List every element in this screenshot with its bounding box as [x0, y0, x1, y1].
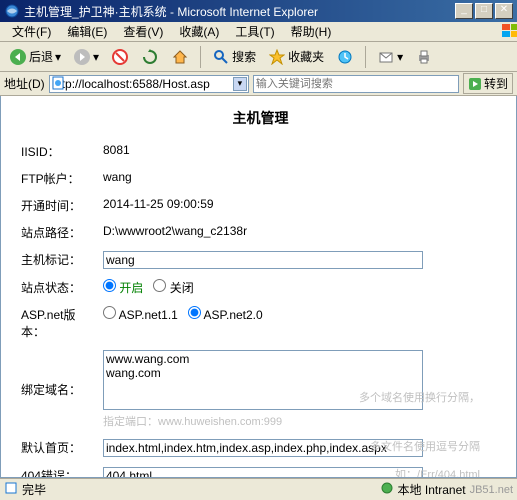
chevron-down-icon: ▾ [55, 50, 61, 64]
search-button[interactable]: 搜索 [207, 45, 261, 69]
opentime-value: 2014-11-25 09:00:59 [101, 192, 502, 219]
opentime-label: 开通时间： [19, 192, 101, 219]
status-label: 站点状态： [19, 274, 101, 301]
path-label: 站点路径： [19, 219, 101, 246]
print-icon [415, 48, 433, 66]
favorites-label: 收藏夹 [288, 48, 324, 65]
back-button[interactable]: 后退 ▾ [4, 45, 66, 69]
chevron-down-icon: ▾ [397, 50, 403, 64]
domain-hint-right: 多个域名使用换行分隔， [359, 389, 480, 405]
mark-label: 主机标记： [19, 246, 101, 274]
search-label: 搜索 [232, 48, 256, 65]
menu-fav[interactable]: 收藏(A) [171, 23, 227, 40]
home-icon [171, 48, 189, 66]
menu-file[interactable]: 文件(F) [4, 23, 59, 40]
page-icon [51, 76, 67, 92]
favorites-button[interactable]: 收藏夹 [263, 45, 329, 69]
refresh-icon [141, 48, 159, 66]
go-icon [468, 77, 482, 91]
default-label: 默认首页： [19, 434, 101, 462]
chevron-down-icon: ▾ [93, 50, 99, 64]
asp-label: ASP.net版本： [19, 301, 101, 345]
forward-button[interactable]: ▾ [68, 45, 104, 69]
err404-input[interactable] [103, 467, 423, 478]
status-on-option[interactable]: 开启 [103, 281, 143, 295]
print-button[interactable] [410, 45, 438, 69]
status-off-radio[interactable] [153, 279, 166, 292]
domain-label: 绑定域名： [19, 345, 101, 434]
menu-help[interactable]: 帮助(H) [283, 23, 340, 40]
ftp-label: FTP帐户： [19, 165, 101, 192]
minimize-button[interactable]: _ [455, 3, 473, 19]
stop-button[interactable] [106, 45, 134, 69]
menu-tools[interactable]: 工具(T) [227, 23, 282, 40]
status-text: 完毕 [22, 481, 46, 498]
stop-icon [111, 48, 129, 66]
windows-flag-icon [493, 23, 515, 41]
go-button[interactable]: 转到 [463, 73, 513, 94]
asp1-option[interactable]: ASP.net1.1 [103, 308, 178, 322]
separator [365, 46, 366, 68]
domain-hint: 指定端口：www.huweishen.com:999 [103, 416, 282, 428]
err404-label: 404错误： [19, 462, 101, 478]
titlebar: 主机管理_护卫神·主机系统 - Microsoft Internet Explo… [0, 0, 517, 22]
iisid-label: IISID： [19, 138, 101, 165]
status-on-radio[interactable] [103, 279, 116, 292]
back-icon [9, 48, 27, 66]
asp2-option[interactable]: ASP.net2.0 [188, 308, 263, 322]
close-button[interactable]: ✕ [495, 3, 513, 19]
path-value: D:\wwwroot2\wang_c2138r [101, 219, 502, 246]
menu-edit[interactable]: 编辑(E) [59, 23, 115, 40]
menu-view[interactable]: 查看(V) [115, 23, 171, 40]
mail-button[interactable]: ▾ [372, 45, 408, 69]
refresh-button[interactable] [136, 45, 164, 69]
status-off-option[interactable]: 关闭 [153, 281, 193, 295]
url-dropdown[interactable]: ▾ [233, 77, 247, 91]
home-button[interactable] [166, 45, 194, 69]
url-input[interactable] [49, 75, 249, 93]
iisid-value: 8081 [101, 138, 502, 165]
zone-icon [380, 481, 394, 498]
default-hint: 多文件名使用逗号分隔 [370, 438, 480, 454]
address-label: 地址(D) [4, 75, 45, 92]
zone-text: 本地 Intranet [398, 481, 466, 498]
search-icon [212, 48, 230, 66]
history-icon [336, 48, 354, 66]
star-icon [268, 48, 286, 66]
history-button[interactable] [331, 45, 359, 69]
done-icon [4, 481, 18, 498]
mark-input[interactable] [103, 251, 423, 269]
window-title: 主机管理_护卫神·主机系统 - Microsoft Internet Explo… [24, 3, 455, 20]
asp2-radio[interactable] [188, 306, 201, 319]
statusbar: 完毕 本地 Intranet JB51.net [0, 478, 517, 500]
content-area: 主机管理 IISID：8081 FTP帐户：wang 开通时间：2014-11-… [0, 96, 517, 478]
asp1-radio[interactable] [103, 306, 116, 319]
ie-icon [4, 3, 20, 19]
err404-hint: 如：/Err/404.html [395, 466, 480, 478]
back-label: 后退 [29, 48, 53, 65]
page-title: 主机管理 [19, 102, 502, 138]
menubar: 文件(F) 编辑(E) 查看(V) 收藏(A) 工具(T) 帮助(H) [0, 22, 517, 42]
mail-icon [377, 48, 395, 66]
maximize-button[interactable]: □ [475, 3, 493, 19]
keyword-search-input[interactable] [253, 75, 459, 93]
address-bar: 地址(D) ▾ 转到 [0, 72, 517, 96]
separator [200, 46, 201, 68]
go-label: 转到 [484, 75, 508, 92]
toolbar: 后退 ▾ ▾ 搜索 收藏夹 ▾ [0, 42, 517, 72]
forward-icon [73, 48, 91, 66]
watermark: JB51.net [470, 484, 513, 496]
ftp-value: wang [101, 165, 502, 192]
host-form: IISID：8081 FTP帐户：wang 开通时间：2014-11-25 09… [19, 138, 502, 478]
